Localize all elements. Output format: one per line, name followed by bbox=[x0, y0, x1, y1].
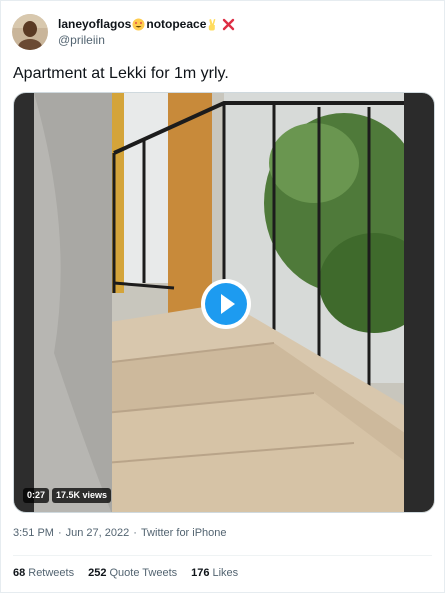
likes-label: Likes bbox=[212, 567, 239, 579]
video-meta: 0:27 17.5K views bbox=[23, 488, 112, 503]
user-names: laneyoflagos notopeace @prileiin bbox=[58, 16, 236, 48]
retweets-label: Retweets bbox=[28, 567, 75, 579]
avatar[interactable] bbox=[12, 14, 48, 50]
separator: · bbox=[133, 527, 137, 539]
video-views: 17.5K views bbox=[52, 488, 112, 503]
heart-eyes-emoji-icon bbox=[132, 18, 145, 31]
quotes-label: Quote Tweets bbox=[109, 567, 178, 579]
display-name[interactable]: laneyoflagos notopeace bbox=[58, 16, 236, 32]
video-player[interactable]: 0:27 17.5K views bbox=[13, 92, 435, 513]
tweet-stats: 68 Retweets 252 Quote Tweets 176 Likes bbox=[13, 567, 238, 579]
play-icon bbox=[205, 283, 247, 325]
play-button[interactable] bbox=[201, 279, 251, 329]
tweet-timestamp: 3:51 PM · Jun 27, 2022 · Twitter for iPh… bbox=[13, 527, 227, 539]
display-name-text: laneyoflagos bbox=[58, 17, 132, 31]
video-duration: 0:27 bbox=[23, 488, 50, 503]
quotes-count: 252 bbox=[88, 567, 107, 579]
tweet-card: laneyoflagos notopeace @prileiin Apartme… bbox=[0, 0, 445, 593]
divider bbox=[13, 555, 432, 556]
tweet-time[interactable]: 3:51 PM bbox=[13, 527, 54, 539]
retweets-count: 68 bbox=[13, 567, 26, 579]
tweet-date[interactable]: Jun 27, 2022 bbox=[66, 527, 130, 539]
victory-hand-emoji-icon bbox=[207, 18, 220, 31]
user-handle[interactable]: @prileiin bbox=[58, 32, 236, 48]
tweet-text: Apartment at Lekki for 1m yrly. bbox=[13, 65, 229, 82]
tweet-source[interactable]: Twitter for iPhone bbox=[141, 527, 227, 539]
likes-count: 176 bbox=[191, 567, 210, 579]
tweet-header: laneyoflagos notopeace @prileiin bbox=[12, 12, 432, 52]
separator: · bbox=[57, 527, 62, 539]
retweets-stat[interactable]: 68 Retweets bbox=[13, 567, 74, 579]
cross-mark-emoji-icon bbox=[222, 18, 235, 31]
display-name-suffix: notopeace bbox=[146, 17, 207, 31]
likes-stat[interactable]: 176 Likes bbox=[191, 567, 238, 579]
quote-tweets-stat[interactable]: 252 Quote Tweets bbox=[88, 567, 177, 579]
